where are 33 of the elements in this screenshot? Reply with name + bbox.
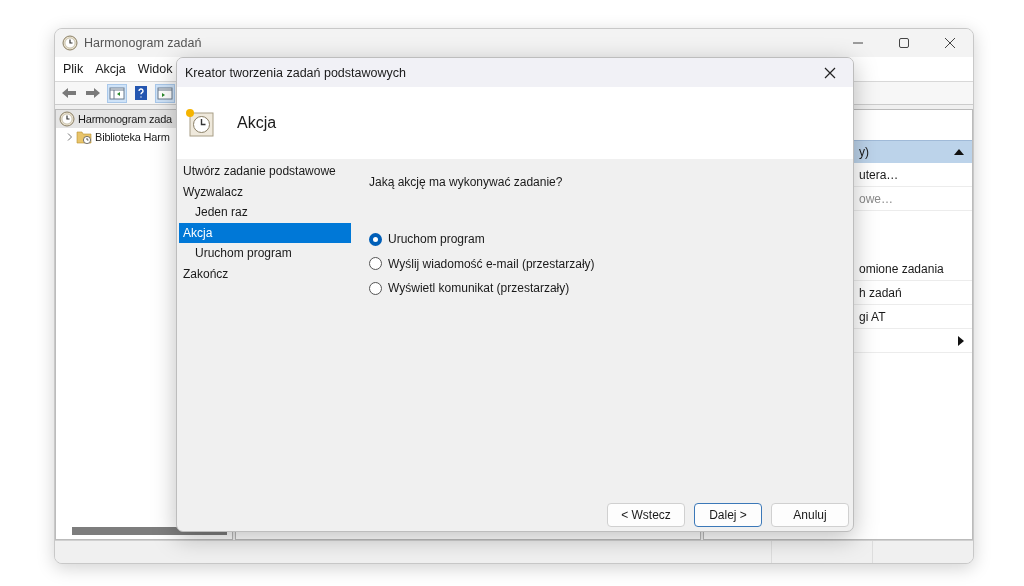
- dialog-button[interactable]: Anuluj: [771, 503, 849, 527]
- menu-item[interactable]: Widok: [131, 62, 179, 76]
- radio-label[interactable]: Wyświetl komunikat (przestarzały): [388, 281, 570, 296]
- tree-item[interactable]: Biblioteka Harm: [56, 128, 232, 146]
- menu-item[interactable]: Akcja: [89, 62, 132, 76]
- radio-button[interactable]: [369, 257, 382, 271]
- collapse-arrow-icon: [954, 149, 964, 155]
- dialog-button[interactable]: Dalej >: [694, 503, 762, 527]
- folder-clock-icon: [76, 129, 92, 145]
- wizard-heading: Akcja: [237, 114, 277, 132]
- radio-label[interactable]: Wyślij wiadomość e-mail (przestarzały): [388, 256, 595, 271]
- menu-item[interactable]: Plik: [57, 62, 90, 76]
- radio-button[interactable]: [369, 232, 382, 246]
- dialog-button[interactable]: < Wstecz: [607, 503, 685, 527]
- wizard-step[interactable]: Wyzwalacz: [179, 181, 351, 202]
- wizard-step[interactable]: Utwórz zadanie podstawowe: [179, 161, 351, 182]
- dialog-title: Kreator tworzenia zadań podstawowych: [185, 65, 407, 80]
- window-title: Harmonogram zadań: [84, 36, 202, 50]
- wizard-step[interactable]: Uruchom program: [179, 243, 351, 264]
- close-icon: [824, 66, 836, 79]
- console-tree-button[interactable]: [107, 83, 127, 103]
- submenu-arrow-icon: [958, 335, 964, 346]
- task-wizard-icon: [185, 108, 215, 138]
- maximize-icon: [898, 37, 910, 49]
- question-text: Jaką akcję ma wykonywać zadanie?: [369, 175, 564, 189]
- app-clock-icon: [62, 35, 78, 51]
- close-icon: [944, 37, 956, 49]
- wizard-step[interactable]: Jeden raz: [179, 202, 351, 223]
- wizard-step[interactable]: Akcja: [179, 222, 351, 243]
- action-pane-button[interactable]: [155, 83, 175, 103]
- radio-button[interactable]: [369, 281, 382, 295]
- radio-label[interactable]: Uruchom program: [388, 232, 485, 247]
- wizard-step[interactable]: Zakończ: [179, 263, 351, 284]
